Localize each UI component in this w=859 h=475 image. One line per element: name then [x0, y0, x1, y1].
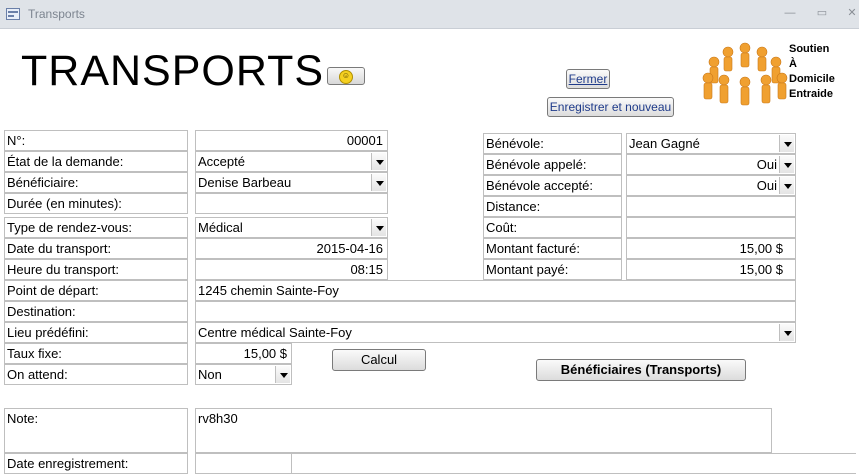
chevron-down-icon[interactable] [779, 156, 794, 173]
cout-field[interactable] [626, 217, 796, 238]
date-enregistrement-extra [291, 453, 856, 474]
depart-field[interactable]: 1245 chemin Sainte-Foy [195, 280, 796, 301]
date-enregistrement-label: Date enregistrement: [4, 453, 188, 474]
note-field[interactable]: rv8h30 [195, 408, 772, 453]
attend-select[interactable]: Non [195, 364, 292, 385]
benevole-appele-select[interactable]: Oui [626, 154, 796, 175]
people-circle-logo-icon [702, 42, 788, 106]
smiley-button[interactable]: ☺ [327, 67, 365, 85]
type-label: Type de rendez-vous: [4, 217, 188, 238]
benevole-appele-label: Bénévole appelé: [483, 154, 622, 175]
no-label: N°: [4, 130, 188, 151]
etat-select[interactable]: Accepté [195, 151, 388, 172]
fermer-button[interactable]: Fermer [566, 69, 610, 89]
heure-label: Heure du transport: [4, 259, 188, 280]
montant-facture-field[interactable]: 15,00 $ [626, 238, 796, 259]
form-icon [6, 8, 20, 20]
chevron-down-icon[interactable] [275, 366, 290, 383]
date-label: Date du transport: [4, 238, 188, 259]
benevole-accepte-select[interactable]: Oui [626, 175, 796, 196]
window-titlebar: Transports — ▭ ✕ [0, 0, 859, 29]
date-enregistrement-field[interactable] [195, 453, 292, 474]
beneficiaire-label: Bénéficiaire: [4, 172, 188, 193]
no-field[interactable]: 00001 [195, 130, 388, 151]
destination-label: Destination: [4, 301, 188, 322]
etat-label: État de la demande: [4, 151, 188, 172]
heure-field[interactable]: 08:15 [195, 259, 388, 280]
attend-label: On attend: [4, 364, 188, 385]
chevron-down-icon[interactable] [371, 219, 386, 236]
depart-label: Point de départ: [4, 280, 188, 301]
benevole-accepte-label: Bénévole accepté: [483, 175, 622, 196]
maximize-icon[interactable]: ▭ [814, 6, 830, 20]
montant-paye-label: Montant payé: [483, 259, 622, 280]
cout-label: Coût: [483, 217, 622, 238]
taux-label: Taux fixe: [4, 343, 188, 364]
chevron-down-icon[interactable] [779, 177, 794, 194]
destination-field[interactable] [195, 301, 796, 322]
benevole-label: Bénévole: [483, 133, 622, 154]
smiley-icon: ☺ [339, 69, 353, 84]
chevron-down-icon[interactable] [371, 174, 386, 191]
logo-text: Soutien À Domicile Entraide [789, 43, 835, 100]
lieu-select[interactable]: Centre médical Sainte-Foy [195, 322, 796, 343]
date-field[interactable]: 2015-04-16 [195, 238, 388, 259]
chevron-down-icon[interactable] [779, 135, 794, 152]
distance-label: Distance: [483, 196, 622, 217]
duree-label: Durée (en minutes): [4, 193, 188, 214]
save-and-new-button[interactable]: Enregistrer et nouveau [547, 97, 674, 117]
beneficiaire-select[interactable]: Denise Barbeau [195, 172, 388, 193]
calcul-button[interactable]: Calcul [332, 349, 426, 371]
note-label: Note: [4, 408, 188, 453]
duree-field[interactable] [195, 193, 388, 214]
minimize-icon[interactable]: — [782, 6, 798, 20]
chevron-down-icon[interactable] [371, 153, 386, 170]
chevron-down-icon[interactable] [779, 324, 794, 341]
beneficiaires-transports-button[interactable]: Bénéficiaires (Transports) [536, 359, 746, 381]
type-select[interactable]: Médical [195, 217, 388, 238]
distance-field[interactable] [626, 196, 796, 217]
taux-field[interactable]: 15,00 $ [195, 343, 292, 364]
benevole-select[interactable]: Jean Gagné [626, 133, 796, 154]
close-icon[interactable]: ✕ [844, 6, 859, 20]
montant-facture-label: Montant facturé: [483, 238, 622, 259]
lieu-label: Lieu prédéfini: [4, 322, 188, 343]
window-title: Transports [28, 7, 85, 21]
page-title: TRANSPORTS [21, 47, 325, 95]
montant-paye-field[interactable]: 15,00 $ [626, 259, 796, 280]
